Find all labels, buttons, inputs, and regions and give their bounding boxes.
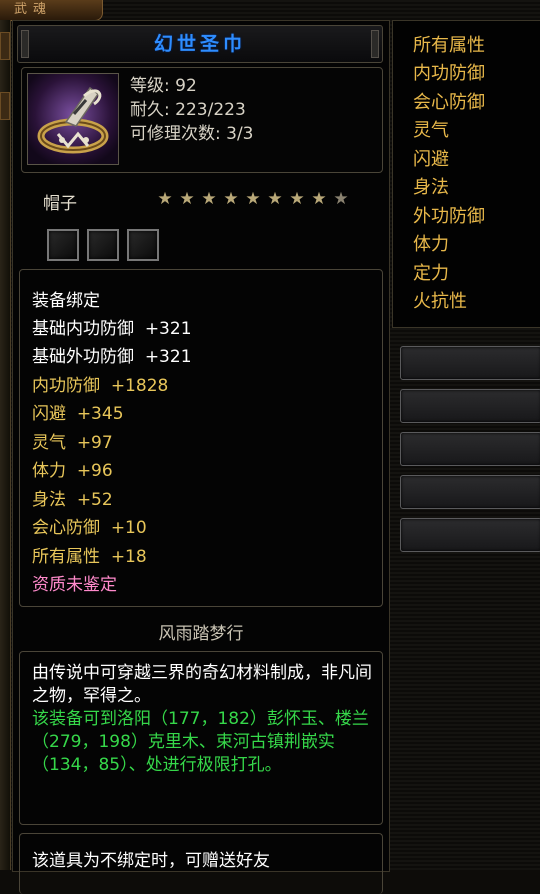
attr-name: 会心防御 (32, 518, 100, 538)
description-box: 由传说中可穿越三界的奇幻材料制成，非凡间之物，罕得之。 该装备可到洛阳（177，… (19, 651, 383, 825)
left-nub-1 (0, 32, 10, 60)
level-label: 等级: (130, 76, 170, 96)
star-icon: ★ (223, 189, 241, 209)
base-attr-row: 基础内功防御 +321 (32, 318, 192, 340)
set-name: 风雨踏梦行 (158, 624, 244, 644)
repair-row: 可修理次数: 3/3 (130, 122, 254, 146)
star-icon: ★ (311, 189, 329, 209)
attr-value: +18 (110, 547, 147, 567)
filter-item[interactable]: 体力 (413, 230, 449, 256)
attr-value: +10 (110, 518, 147, 538)
item-title-bar: 幻世圣巾 (17, 25, 383, 63)
level-row: 等级: 92 (130, 74, 254, 98)
headband-icon (28, 74, 118, 164)
note-box: 该道具为不绑定时，可赠送好友 (19, 833, 383, 894)
lore-text: 由传说中可穿越三界的奇幻材料制成，非凡间之物，罕得之。 (32, 663, 372, 706)
durability-row: 耐久: 223/223 (130, 98, 254, 122)
level-value: 92 (175, 76, 197, 96)
attr-name: 基础外功防御 (32, 347, 134, 367)
star-icon: ★ (333, 189, 351, 209)
gem-slot-3[interactable] (127, 229, 159, 261)
star-icon: ★ (179, 189, 197, 209)
extra-attr-row: 会心防御 +10 (32, 517, 147, 539)
tab-wuhun[interactable]: 武魂 (0, 0, 103, 21)
durability-label: 耐久: (130, 100, 170, 120)
attr-value: +1828 (110, 376, 169, 396)
item-name: 幻世圣巾 (153, 33, 246, 55)
star-icon: ★ (245, 189, 263, 209)
attr-value: +321 (144, 319, 192, 339)
star-icon: ★ (289, 189, 307, 209)
extra-attr-row: 身法 +52 (32, 489, 113, 511)
star-icon: ★ (157, 189, 175, 209)
attr-name: 身法 (32, 490, 66, 510)
empty-slot-button[interactable] (400, 475, 540, 509)
gift-note: 该道具为不绑定时，可赠送好友 (32, 851, 270, 871)
star-rating: ★ ★ ★ ★ ★ ★ ★ ★ ★ (155, 189, 353, 209)
attr-name: 内功防御 (32, 376, 100, 396)
attribute-filter-list: 所有属性 内功防御 会心防御 灵气 闪避 身法 外功防御 体力 定力 火抗性 (392, 20, 540, 328)
filter-item[interactable]: 定力 (413, 259, 449, 285)
attr-name: 所有属性 (32, 547, 100, 567)
empty-slot-button[interactable] (400, 346, 540, 380)
attr-value: +321 (144, 347, 192, 367)
empty-slot-button[interactable] (400, 432, 540, 466)
left-nub-2 (0, 92, 10, 120)
filter-item[interactable]: 内功防御 (413, 59, 485, 85)
attr-name: 基础内功防御 (32, 319, 134, 339)
extra-attr-row: 内功防御 +1828 (32, 375, 168, 397)
attr-name: 体力 (32, 461, 66, 481)
right-slot-list (400, 346, 540, 561)
socket-hint-text: 该装备可到洛阳（177，182）彭怀玉、楼兰（279，198）克里木、束河古镇荆… (32, 709, 369, 775)
extra-attr-row: 体力 +96 (32, 460, 113, 482)
filter-item[interactable]: 灵气 (413, 116, 449, 142)
item-info-box: 等级: 92 耐久: 223/223 可修理次数: 3/3 (21, 67, 383, 173)
attr-name: 闪避 (32, 404, 66, 424)
durability-value: 223/223 (175, 100, 246, 120)
star-icon: ★ (267, 189, 285, 209)
empty-slot-button[interactable] (400, 518, 540, 552)
repair-label: 可修理次数: (130, 124, 221, 144)
tab-wuhun-label: 武魂 (14, 2, 53, 17)
gem-slot-1[interactable] (47, 229, 79, 261)
item-stats: 等级: 92 耐久: 223/223 可修理次数: 3/3 (130, 74, 254, 146)
filter-item[interactable]: 闪避 (413, 145, 449, 171)
gem-slot-2[interactable] (87, 229, 119, 261)
attribute-box: 装备绑定 基础内功防御 +321 基础外功防御 +321 内功防御 +1828 … (19, 269, 383, 607)
item-icon-frame[interactable] (27, 73, 119, 165)
filter-item[interactable]: 会心防御 (413, 88, 485, 114)
base-attr-row: 基础外功防御 +321 (32, 346, 192, 368)
extra-attr-row: 闪避 +345 (32, 403, 124, 425)
bind-status: 装备绑定 (32, 291, 100, 311)
star-icon: ★ (201, 189, 219, 209)
attr-value: +52 (76, 490, 113, 510)
attr-value: +96 (76, 461, 113, 481)
left-edge-strip (0, 20, 11, 870)
unidentified-status: 资质未鉴定 (32, 575, 117, 595)
repair-value: 3/3 (226, 124, 254, 144)
attr-value: +97 (76, 433, 113, 453)
item-tooltip-panel: 幻世圣巾 等级: 92 耐久: 223/223 可修理次数: 3/3 帽子 ★ … (12, 20, 390, 894)
extra-attr-row: 灵气 +97 (32, 432, 113, 454)
extra-attr-row: 所有属性 +18 (32, 546, 147, 568)
gem-slots (47, 229, 167, 265)
slot-type: 帽子 (43, 194, 77, 214)
attr-value: +345 (76, 404, 124, 424)
filter-item[interactable]: 所有属性 (413, 31, 485, 57)
attr-name: 灵气 (32, 433, 66, 453)
filter-item[interactable]: 火抗性 (413, 287, 467, 313)
filter-item[interactable]: 身法 (413, 173, 449, 199)
empty-slot-button[interactable] (400, 389, 540, 423)
filter-item[interactable]: 外功防御 (413, 202, 485, 228)
